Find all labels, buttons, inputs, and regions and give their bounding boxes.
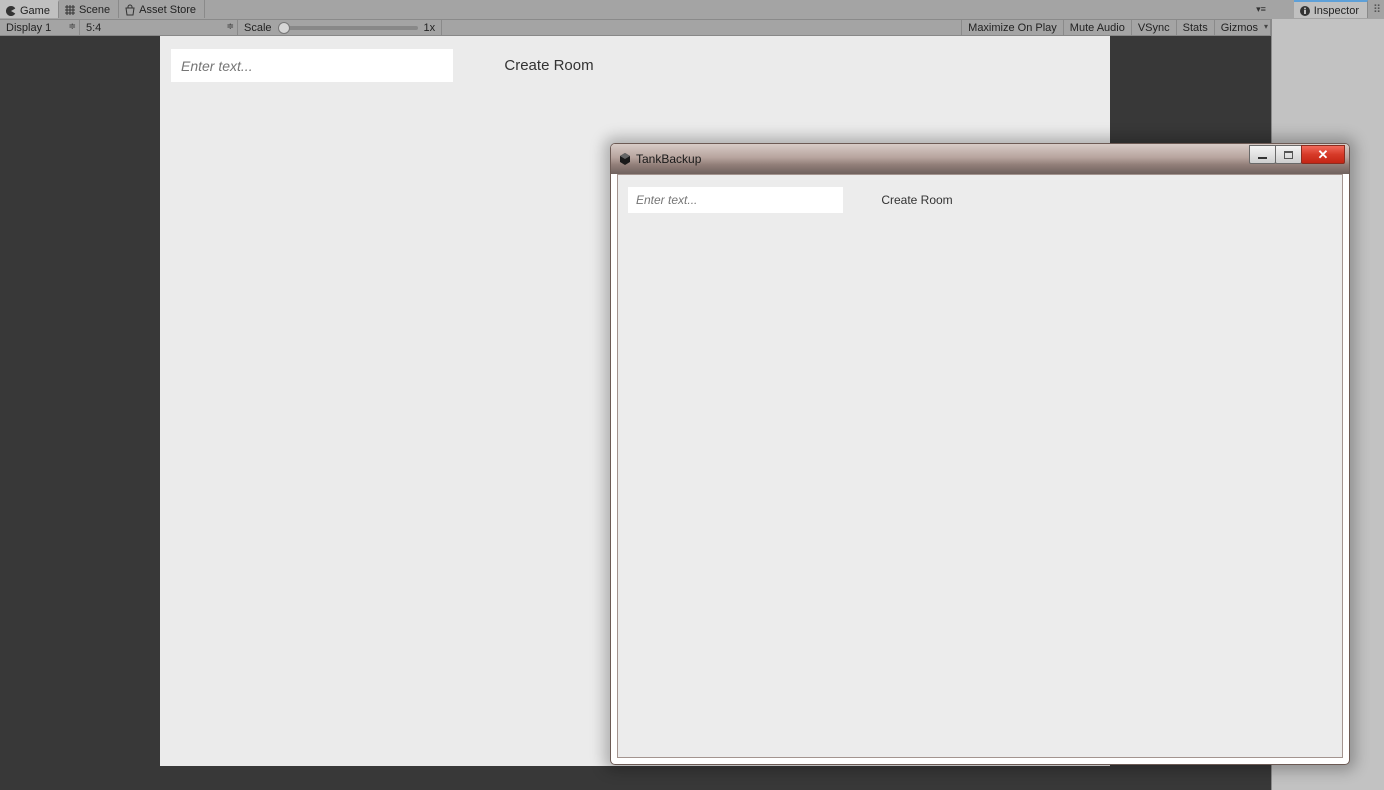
window-title: TankBackup: [636, 152, 701, 166]
window-control-buttons: ✕: [1249, 144, 1345, 174]
close-icon: ✕: [1318, 148, 1329, 161]
tab-scene[interactable]: Scene: [59, 0, 119, 18]
aspect-dropdown[interactable]: 5:4: [80, 20, 238, 35]
gizmos-label: Gizmos: [1221, 22, 1258, 34]
mute-label: Mute Audio: [1070, 22, 1125, 34]
tab-game[interactable]: Game: [0, 0, 59, 18]
tab-label: Scene: [79, 4, 110, 16]
tab-label: Asset Store: [139, 4, 196, 16]
scale-value: 1x: [424, 22, 436, 34]
vsync-label: VSync: [1138, 22, 1170, 34]
minimize-button[interactable]: [1249, 145, 1276, 164]
grid-icon: [64, 4, 76, 16]
display-dropdown[interactable]: Display 1: [0, 20, 80, 35]
close-button[interactable]: ✕: [1301, 145, 1345, 164]
mute-audio-toggle[interactable]: Mute Audio: [1063, 20, 1131, 35]
minimize-icon: [1258, 157, 1267, 159]
gizmos-dropdown[interactable]: Gizmos: [1214, 20, 1271, 35]
tab-label: Game: [20, 5, 50, 17]
unity-logo-icon: [618, 152, 632, 166]
scale-label: Scale: [244, 22, 272, 34]
window-titlebar[interactable]: TankBackup ✕: [611, 144, 1349, 174]
room-name-input[interactable]: [171, 49, 453, 82]
standalone-room-name-input[interactable]: [628, 187, 843, 213]
scale-slider[interactable]: [278, 26, 418, 30]
info-icon: [1299, 5, 1311, 17]
editor-tab-strip: Game Scene Asset Store ▾≡ Inspector ⠿: [0, 0, 1384, 19]
stats-toggle[interactable]: Stats: [1176, 20, 1214, 35]
standalone-player-window: TankBackup ✕ Create Room: [610, 143, 1350, 765]
game-view-toolbar: Display 1 5:4 Scale 1x Maximize On Play …: [0, 19, 1384, 36]
create-room-button[interactable]: Create Room: [461, 49, 637, 82]
stats-label: Stats: [1183, 22, 1208, 34]
standalone-body: Create Room: [617, 174, 1343, 758]
panel-drag-handle-icon[interactable]: ⠿: [1370, 0, 1384, 18]
tab-asset-store[interactable]: Asset Store: [119, 0, 205, 18]
display-label: Display 1: [6, 22, 51, 34]
maximize-label: Maximize On Play: [968, 22, 1057, 34]
shopping-bag-icon: [124, 4, 136, 16]
panel-options-icon[interactable]: ▾≡: [1252, 0, 1270, 18]
scale-slider-thumb[interactable]: [278, 22, 290, 34]
maximize-icon: [1284, 151, 1293, 159]
maximize-on-play-toggle[interactable]: Maximize On Play: [961, 20, 1063, 35]
scale-slider-group: Scale 1x: [238, 20, 442, 35]
standalone-create-room-button[interactable]: Create Room: [849, 187, 985, 213]
tab-label: Inspector: [1314, 5, 1359, 17]
vsync-toggle[interactable]: VSync: [1131, 20, 1176, 35]
standalone-create-room-label: Create Room: [881, 193, 952, 207]
pacman-icon: [5, 5, 17, 17]
create-room-label: Create Room: [504, 57, 593, 74]
aspect-label: 5:4: [86, 22, 101, 34]
maximize-button[interactable]: [1275, 145, 1302, 164]
tab-inspector[interactable]: Inspector: [1294, 0, 1368, 18]
